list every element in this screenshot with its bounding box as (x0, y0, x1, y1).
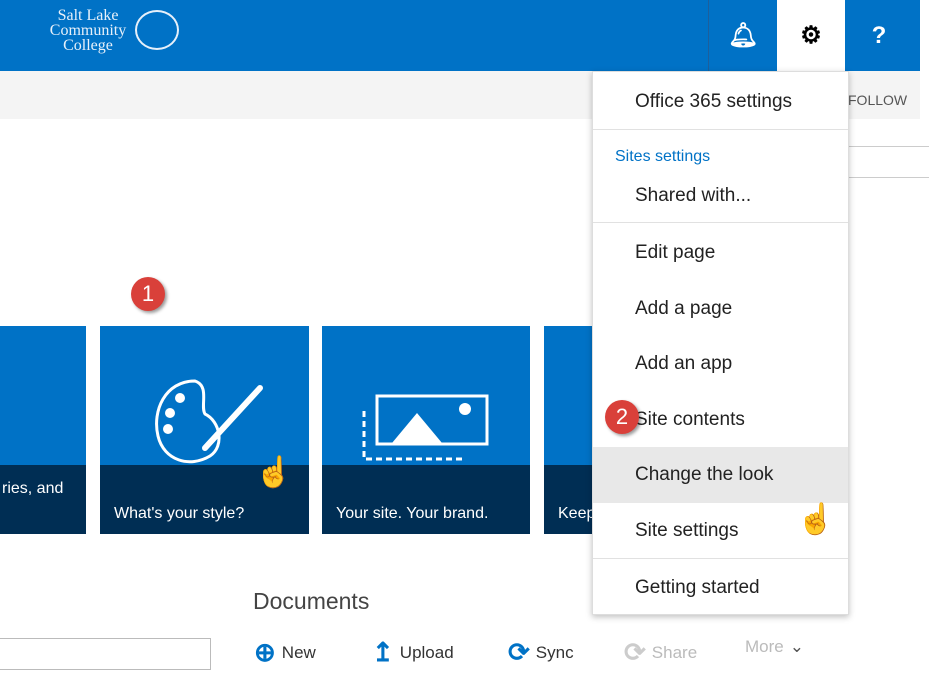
notifications-button[interactable]: 🔔︎ (709, 0, 777, 71)
menu-item-edit-page[interactable]: Edit page (593, 225, 848, 281)
college-logo[interactable]: Salt Lake Community College (38, 7, 138, 54)
divider (593, 129, 848, 130)
upload-button[interactable]: ↥ Upload (372, 637, 454, 668)
tile-caption: Keep (558, 505, 594, 522)
tile-caption: Your site. Your brand. (336, 505, 489, 522)
plus-circle-icon: ⊕ (254, 637, 276, 667)
menu-item-change-the-look[interactable]: Change the look (593, 447, 848, 503)
callout-badge: 1 (131, 277, 165, 311)
callout-badge: 2 (605, 400, 639, 434)
follow-button[interactable]: FOLLOW (848, 92, 907, 108)
divider (593, 558, 848, 559)
menu-item-shared-with[interactable]: Shared with... (593, 168, 848, 224)
share-button[interactable]: ⟳ Share (624, 637, 697, 668)
section-heading: Sites settings (615, 148, 711, 165)
label: New (281, 642, 316, 662)
tile-share-site[interactable]: ries, and (0, 326, 86, 534)
menu-item-add-app[interactable]: Add an app (593, 336, 848, 392)
search-box[interactable] (0, 638, 211, 670)
new-button[interactable]: ⊕ New (254, 637, 316, 668)
label: Sync (535, 642, 574, 662)
label: Share (651, 642, 698, 662)
hand-cursor-icon: ☝ (797, 503, 835, 536)
label: More (745, 637, 784, 656)
share-icon: ⟳ (624, 637, 646, 667)
tile-keep[interactable]: Keep (544, 326, 594, 534)
tile-caption: What's your style? (114, 505, 245, 522)
logo-emblem-icon (135, 10, 179, 50)
tile-caption: ries, and (2, 480, 64, 497)
hand-cursor-icon: ☝ (255, 456, 293, 489)
logo-line: Salt Lake (57, 7, 119, 24)
help-icon: ? (871, 21, 887, 49)
menu-item-add-page[interactable]: Add a page (593, 281, 848, 337)
suite-bar: Salt Lake Community College 🔔︎ ⚙ ? (0, 0, 920, 71)
palette-icon (155, 379, 263, 464)
gear-icon: ⚙ (800, 22, 822, 49)
tile-your-brand[interactable]: Your site. Your brand. (322, 326, 530, 534)
sync-button[interactable]: ⟳ Sync (508, 637, 574, 668)
tile-whats-your-style[interactable]: What's your style? (100, 326, 309, 534)
settings-button[interactable]: ⚙ (777, 0, 845, 71)
bell-icon: 🔔︎ (727, 22, 759, 49)
logo-line: Community (49, 22, 127, 39)
sync-icon: ⟳ (508, 637, 530, 667)
documents-heading: Documents (253, 588, 370, 614)
menu-item-office365-settings[interactable]: Office 365 settings (593, 74, 848, 130)
help-button[interactable]: ? (845, 0, 913, 71)
more-button[interactable]: More ⌄ (745, 637, 804, 657)
search-input[interactable] (848, 146, 929, 178)
label: Upload (399, 642, 454, 662)
chevron-down-icon: ⌄ (789, 637, 804, 656)
image-icon (362, 394, 489, 461)
logo-line: College (63, 37, 113, 54)
divider (593, 222, 848, 223)
upload-icon: ↥ (372, 637, 394, 667)
menu-item-getting-started[interactable]: Getting started (593, 560, 848, 616)
